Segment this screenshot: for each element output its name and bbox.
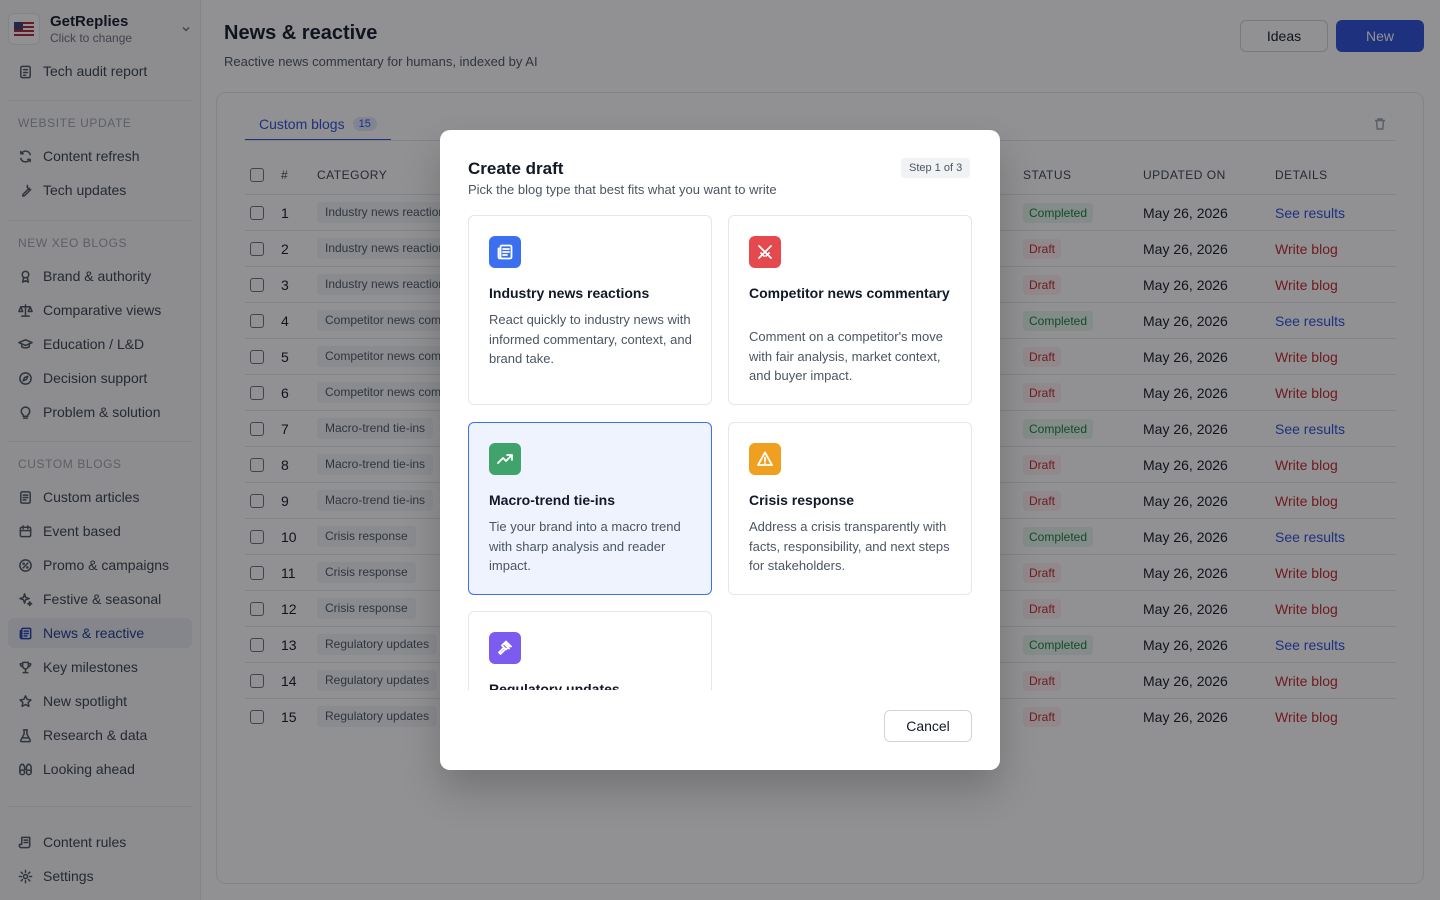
- alert-triangle-icon: [757, 451, 773, 466]
- blog-type-options: Industry news reactions React quickly to…: [468, 215, 972, 690]
- option-macro-trend-tie-ins[interactable]: Macro-trend tie-ins Tie your brand into …: [468, 422, 712, 595]
- option-crisis-response[interactable]: Crisis response Address a crisis transpa…: [728, 422, 972, 595]
- option-icon: [489, 236, 521, 268]
- option-icon: [489, 443, 521, 475]
- trending-up-icon: [497, 454, 513, 464]
- option-title: Regulatory updates: [489, 681, 620, 690]
- option-title: Competitor news commentary: [749, 285, 950, 301]
- gavel-icon: [498, 640, 512, 655]
- option-description: Comment on a competitor's move with fair…: [749, 329, 943, 383]
- option-title: Macro-trend tie-ins: [489, 492, 616, 508]
- option-icon: [749, 236, 781, 268]
- create-draft-dialog: Create draft Pick the blog type that bes…: [440, 130, 1000, 770]
- option-industry-news-reactions[interactable]: Industry news reactions React quickly to…: [468, 215, 712, 405]
- option-title: Crisis response: [749, 492, 855, 508]
- step-badge: Step 1 of 3: [901, 158, 971, 178]
- swords-icon: [758, 245, 772, 259]
- cancel-button[interactable]: Cancel: [884, 710, 972, 742]
- dialog-title: Create draft: [468, 159, 564, 178]
- option-description: React quickly to industry news with info…: [489, 312, 692, 366]
- option-competitor-news-commentary[interactable]: Competitor news commentary Comment on a …: [728, 215, 972, 405]
- option-icon: [749, 443, 781, 475]
- option-icon: [489, 632, 521, 664]
- newspaper-icon: [497, 244, 513, 260]
- option-description: Address a crisis transparently with fact…: [749, 519, 950, 573]
- option-description: Tie your brand into a macro trend with s…: [489, 519, 681, 573]
- dialog-subtitle: Pick the blog type that best fits what y…: [468, 182, 777, 197]
- option-title: Industry news reactions: [489, 285, 650, 301]
- option-regulatory-updates[interactable]: Regulatory updates: [468, 611, 712, 690]
